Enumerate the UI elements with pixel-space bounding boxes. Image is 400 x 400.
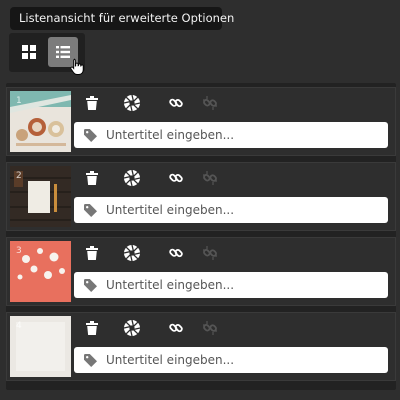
item-number: 3 (16, 246, 22, 256)
aperture-icon (123, 169, 141, 187)
delete-button[interactable] (81, 317, 103, 339)
trash-icon (86, 321, 98, 335)
crop-button[interactable] (121, 317, 143, 339)
trash-icon (86, 246, 98, 260)
delete-button[interactable] (81, 92, 103, 114)
item-number: 1 (16, 96, 22, 106)
trash-icon (86, 96, 98, 110)
caption-field (74, 272, 388, 298)
caption-input[interactable] (106, 353, 376, 367)
caption-input[interactable] (106, 203, 376, 217)
tag-icon (84, 279, 97, 292)
thumbnail-image[interactable]: 2 (10, 166, 71, 227)
link-icon (169, 173, 183, 183)
link-button[interactable] (165, 92, 187, 114)
unlink-button[interactable] (199, 167, 221, 189)
trash-icon (86, 171, 98, 185)
hand-cursor-icon (70, 58, 84, 75)
unlink-button[interactable] (199, 242, 221, 264)
list-item: 3 (6, 237, 396, 306)
delete-button[interactable] (81, 242, 103, 264)
tag-icon (84, 354, 97, 367)
grid-view-button[interactable] (14, 37, 44, 67)
caption-field (74, 347, 388, 373)
item-number: 2 (16, 171, 22, 181)
crop-button[interactable] (121, 167, 143, 189)
grid-view-icon (22, 45, 36, 59)
link-button[interactable] (165, 242, 187, 264)
link-button[interactable] (165, 317, 187, 339)
link-icon (169, 98, 183, 108)
item-number: 4 (16, 321, 22, 331)
unlink-button[interactable] (199, 317, 221, 339)
tooltip: Listenansicht für erweiterte Optionen (10, 7, 234, 30)
unlink-icon (203, 321, 217, 335)
aperture-icon (123, 244, 141, 262)
unlink-icon (203, 96, 217, 110)
unlink-icon (203, 246, 217, 260)
crop-button[interactable] (121, 92, 143, 114)
caption-field (74, 197, 388, 223)
list-item: 4 (6, 312, 396, 381)
tooltip-text: Listenansicht für erweiterte Optionen (19, 11, 235, 25)
list-view-icon (56, 46, 70, 58)
link-icon (169, 248, 183, 258)
thumbnail-image[interactable]: 4 (10, 316, 71, 377)
thumbnail-image[interactable]: 3 (10, 241, 71, 302)
delete-button[interactable] (81, 167, 103, 189)
aperture-icon (123, 94, 141, 112)
unlink-button[interactable] (199, 92, 221, 114)
link-button[interactable] (165, 167, 187, 189)
list-item: 1 (6, 87, 396, 156)
crop-button[interactable] (121, 242, 143, 264)
caption-input[interactable] (106, 128, 376, 142)
caption-field (74, 122, 388, 148)
aperture-icon (123, 319, 141, 337)
list-item: 2 (6, 162, 396, 231)
unlink-icon (203, 171, 217, 185)
image-list: 1 Untertitel eingeben... 2 Untertitel ei… (6, 83, 396, 390)
caption-input[interactable] (106, 278, 376, 292)
tag-icon (84, 204, 97, 217)
link-icon (169, 323, 183, 333)
thumbnail-image[interactable]: 1 (10, 91, 71, 152)
tag-icon (84, 129, 97, 142)
